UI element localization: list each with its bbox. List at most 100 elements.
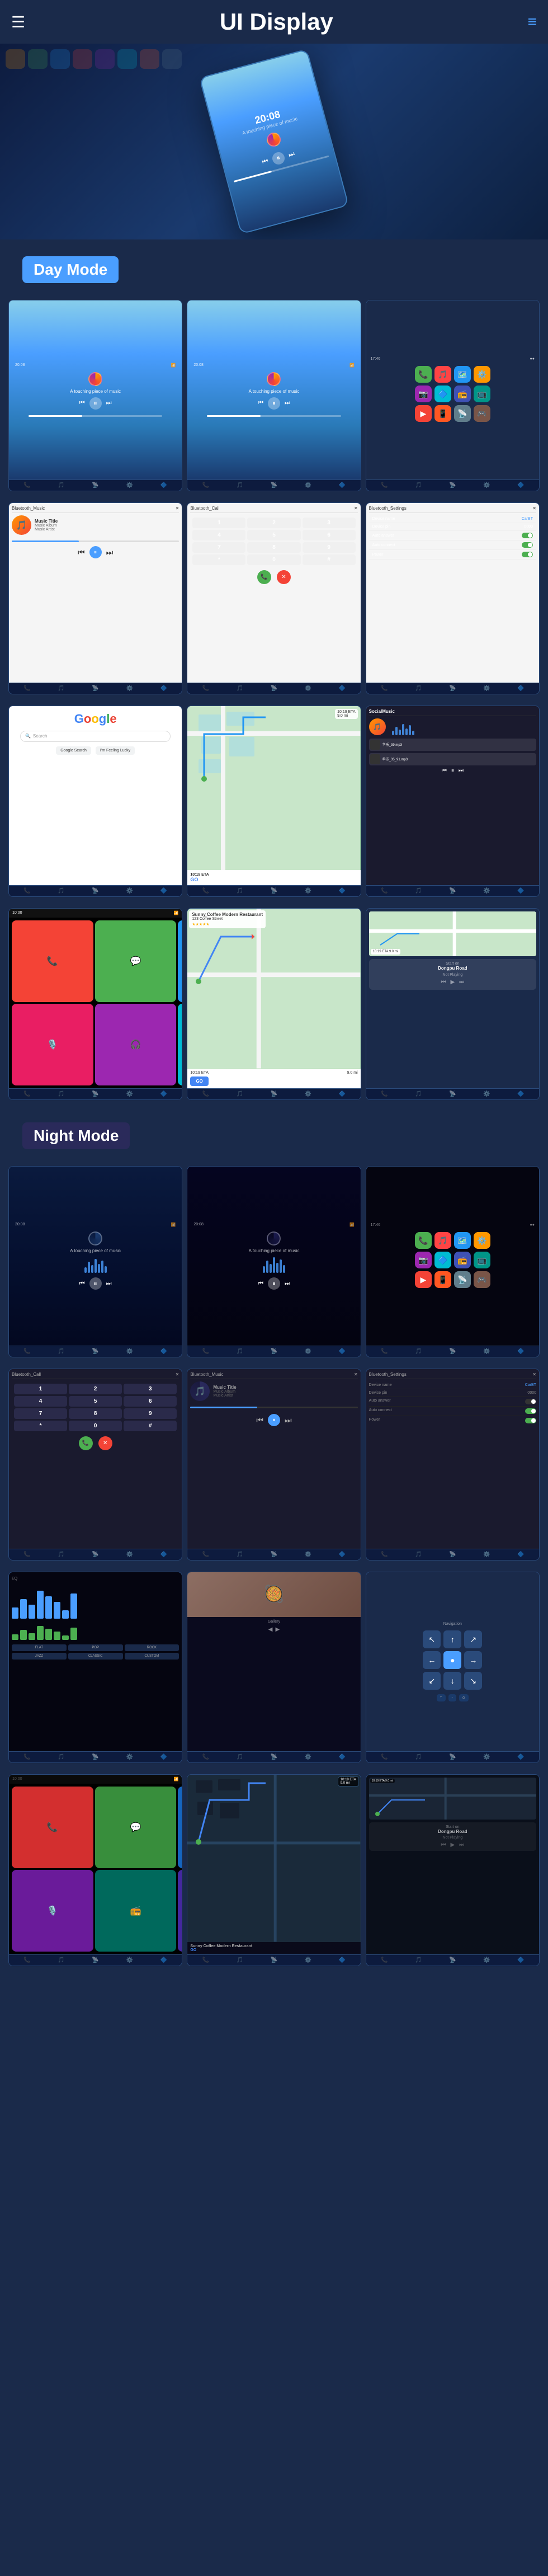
ns2-icon5[interactable]: 🔷 bbox=[339, 1348, 346, 1355]
eq-custom[interactable]: CUSTOM bbox=[125, 1653, 179, 1660]
eq-pop[interactable]: POP bbox=[68, 1644, 123, 1651]
bt-prev[interactable]: ⏮ bbox=[78, 548, 85, 557]
nnmn-i1[interactable]: 📞 bbox=[381, 1957, 388, 1963]
ns1-icon1[interactable]: 📞 bbox=[23, 1348, 30, 1355]
g-icon3[interactable]: 📡 bbox=[92, 888, 98, 894]
nbts-i2[interactable]: 🎵 bbox=[415, 1552, 422, 1558]
ndial-6[interactable]: 6 bbox=[124, 1396, 177, 1407]
eq-rock[interactable]: ROCK bbox=[125, 1644, 179, 1651]
hero-next-btn[interactable]: ⏭ bbox=[287, 150, 295, 159]
bts-icon3[interactable]: 📡 bbox=[449, 685, 456, 692]
eq-classical[interactable]: CLASSIC bbox=[68, 1653, 123, 1660]
ncall-reject[interactable]: ✕ bbox=[98, 1436, 112, 1450]
nav-icon1[interactable]: 📞 bbox=[202, 1091, 209, 1097]
nns-next[interactable]: ⏭ bbox=[459, 1842, 464, 1848]
btm-icon2[interactable]: 🎵 bbox=[58, 685, 64, 692]
call-accept[interactable]: 📞 bbox=[257, 570, 271, 584]
app-video[interactable]: 📺 bbox=[474, 386, 490, 402]
nav-arrow-bl[interactable]: ↙ bbox=[423, 1672, 441, 1690]
s2-icon5[interactable]: 🔷 bbox=[339, 482, 346, 488]
nav-go-btn[interactable]: GO bbox=[190, 1077, 208, 1086]
na-social[interactable]: 📱 bbox=[434, 1271, 451, 1288]
btc-icon2[interactable]: 🎵 bbox=[237, 685, 243, 692]
s3-icon1[interactable]: 📞 bbox=[381, 482, 388, 488]
fd-i1[interactable]: 📞 bbox=[202, 1754, 209, 1760]
bts-icon2[interactable]: 🎵 bbox=[415, 685, 422, 692]
cp-spotify[interactable]: 🎧 bbox=[95, 1004, 177, 1085]
ns1-prev[interactable]: ⏮ bbox=[79, 1280, 85, 1287]
s1-icon5[interactable]: 🔷 bbox=[160, 482, 167, 488]
nbt-prev[interactable]: ⏮ bbox=[256, 1416, 263, 1425]
nbtm-i1[interactable]: 📞 bbox=[202, 1552, 209, 1558]
ncp-i3[interactable]: 📡 bbox=[92, 1957, 98, 1963]
eq-i4[interactable]: ⚙️ bbox=[126, 1754, 133, 1760]
nav-icon5[interactable]: 🔷 bbox=[339, 1091, 346, 1097]
bt-music-close[interactable]: ✕ bbox=[176, 506, 179, 511]
cp-icon2[interactable]: 🎵 bbox=[58, 1091, 64, 1097]
nav-arrow-tr[interactable]: ↗ bbox=[464, 1630, 482, 1648]
nav-prev[interactable]: ⏮ bbox=[441, 979, 446, 985]
m-icon1[interactable]: 📞 bbox=[202, 888, 209, 894]
m-icon2[interactable]: 🎵 bbox=[237, 888, 243, 894]
dial-6[interactable]: 6 bbox=[303, 530, 356, 540]
nav-arrow-left[interactable]: ← bbox=[423, 1651, 441, 1669]
nbts-i5[interactable]: 🔷 bbox=[517, 1552, 524, 1558]
ns1-play[interactable]: ⏸ bbox=[89, 1277, 102, 1290]
sm-prev[interactable]: ⏮ bbox=[442, 768, 447, 774]
ns1-icon5[interactable]: 🔷 bbox=[160, 1348, 167, 1355]
google-lucky-btn[interactable]: I'm Feeling Lucky bbox=[96, 746, 135, 755]
ns1-next[interactable]: ⏭ bbox=[106, 1280, 112, 1287]
ns2-icon1[interactable]: 📞 bbox=[202, 1348, 209, 1355]
s2-icon4[interactable]: ⚙️ bbox=[305, 482, 311, 488]
s2-next[interactable]: ⏭ bbox=[285, 399, 290, 407]
btm-icon3[interactable]: 📡 bbox=[92, 685, 98, 692]
nbtm-i5[interactable]: 🔷 bbox=[339, 1552, 346, 1558]
nbts-i1[interactable]: 📞 bbox=[381, 1552, 388, 1558]
ncp-i5[interactable]: 🔷 bbox=[160, 1957, 167, 1963]
na3-icon1[interactable]: 📞 bbox=[381, 1348, 388, 1355]
cp-icon4[interactable]: ⚙️ bbox=[126, 1091, 133, 1097]
na-music[interactable]: 🎵 bbox=[434, 1232, 451, 1249]
ncall-accept[interactable]: 📞 bbox=[79, 1436, 93, 1450]
nnmn-i3[interactable]: 📡 bbox=[449, 1957, 456, 1963]
nav-arrow-down[interactable]: ↓ bbox=[443, 1672, 461, 1690]
na-phone[interactable]: 📞 bbox=[415, 1232, 432, 1249]
s3-icon3[interactable]: 📡 bbox=[449, 482, 456, 488]
ndial-2[interactable]: 2 bbox=[69, 1384, 122, 1394]
btm-icon5[interactable]: 🔷 bbox=[160, 685, 167, 692]
s1-icon2[interactable]: 🎵 bbox=[58, 482, 64, 488]
nav-zoom-in[interactable]: + bbox=[437, 1694, 446, 1701]
eq-i5[interactable]: 🔷 bbox=[160, 1754, 167, 1760]
nbt-toggle-pw[interactable] bbox=[525, 1418, 536, 1423]
ns1-icon2[interactable]: 🎵 bbox=[58, 1348, 64, 1355]
s2-icon1[interactable]: 📞 bbox=[202, 482, 209, 488]
nbtc-i2[interactable]: 🎵 bbox=[58, 1552, 64, 1558]
sm-icon3[interactable]: 📡 bbox=[449, 888, 456, 894]
cp-icon3[interactable]: 📡 bbox=[92, 1091, 98, 1097]
night-go-btn[interactable]: GO bbox=[190, 1948, 357, 1952]
ncp-map[interactable]: 🗺️ bbox=[178, 1787, 182, 1868]
nnm-i5[interactable]: 🔷 bbox=[339, 1957, 346, 1963]
eq-i1[interactable]: 📞 bbox=[23, 1754, 30, 1760]
nnm-i1[interactable]: 📞 bbox=[202, 1957, 209, 1963]
na-camera[interactable]: 📷 bbox=[415, 1252, 432, 1268]
dial-0[interactable]: 0 bbox=[247, 554, 300, 565]
bt-next[interactable]: ⏭ bbox=[106, 548, 114, 557]
nbtc-i3[interactable]: 📡 bbox=[92, 1552, 98, 1558]
an-i5[interactable]: 🔷 bbox=[517, 1754, 524, 1760]
dial-8[interactable]: 8 bbox=[247, 542, 300, 553]
cp-icon1[interactable]: 📞 bbox=[23, 1091, 30, 1097]
dial-2[interactable]: 2 bbox=[247, 518, 300, 528]
fd-i4[interactable]: ⚙️ bbox=[305, 1754, 311, 1760]
nns-play[interactable]: ▶ bbox=[450, 1842, 455, 1848]
fd-i2[interactable]: 🎵 bbox=[237, 1754, 243, 1760]
ncp-i1[interactable]: 📞 bbox=[23, 1957, 30, 1963]
ndial-3[interactable]: 3 bbox=[124, 1384, 177, 1394]
na-map[interactable]: 🗺️ bbox=[454, 1232, 471, 1249]
nbt-toggle-aa[interactable] bbox=[525, 1399, 536, 1404]
sm-play[interactable]: ⏸ bbox=[451, 768, 454, 774]
eq-i3[interactable]: 📡 bbox=[92, 1754, 98, 1760]
s1-play[interactable]: ⏸ bbox=[89, 397, 102, 410]
dial-3[interactable]: 3 bbox=[303, 518, 356, 528]
dial-star[interactable]: * bbox=[192, 554, 245, 565]
